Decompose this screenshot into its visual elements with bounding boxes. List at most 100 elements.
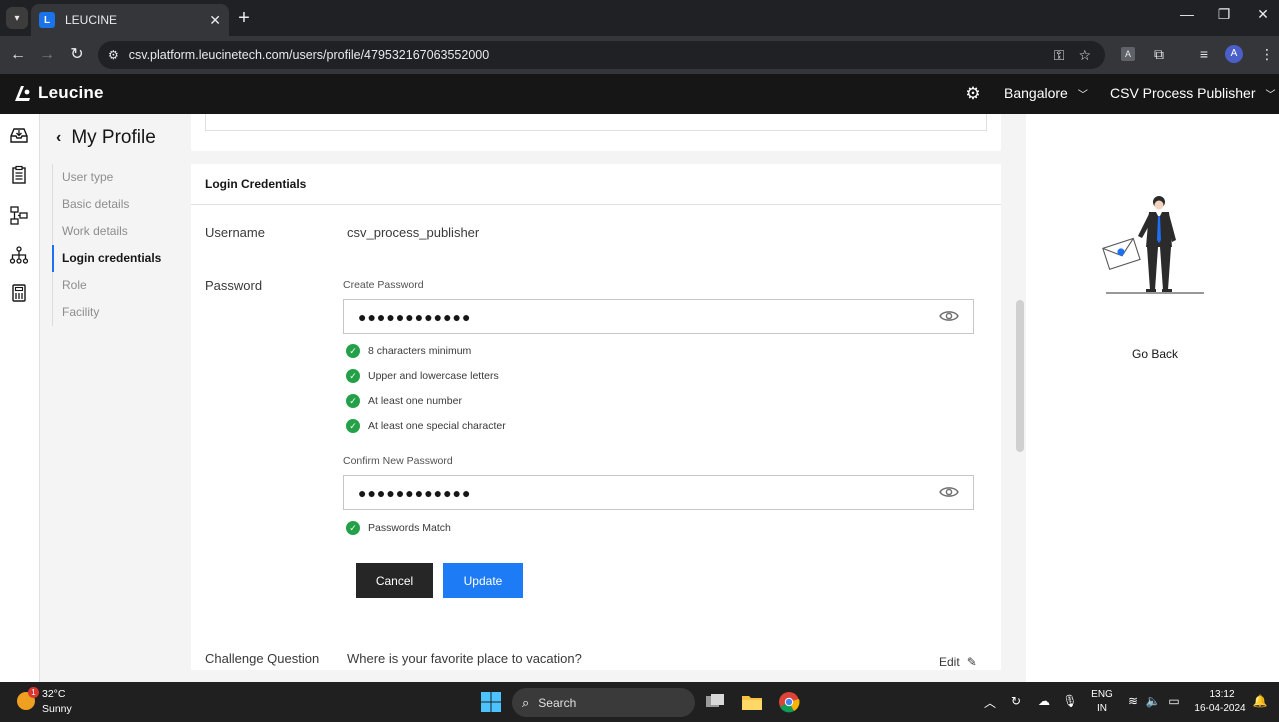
previous-section-field: [205, 114, 987, 131]
leucine-favicon-icon: L: [39, 12, 55, 28]
chevron-left-icon[interactable]: ‹: [56, 129, 61, 147]
previous-section-card: [191, 114, 1001, 151]
eye-icon[interactable]: [939, 485, 959, 499]
browser-tab[interactable]: L LEUCINE ✕: [31, 4, 229, 36]
create-password-masked-value: ●●●●●●●●●●●●: [358, 309, 472, 325]
confirm-password-input[interactable]: ●●●●●●●●●●●●: [343, 475, 974, 510]
update-button[interactable]: Update: [443, 563, 523, 598]
bookmark-star-icon[interactable]: ☆: [1078, 47, 1091, 64]
requirement-text: 8 characters minimum: [368, 345, 472, 357]
edit-challenge-button[interactable]: Edit ✎: [939, 655, 977, 669]
reports-icon[interactable]: [9, 283, 29, 303]
extensions-puzzle-icon[interactable]: ⧉: [1150, 46, 1168, 63]
chevron-down-icon: ﹀: [1077, 89, 1088, 101]
cloud-icon[interactable]: ☁: [1036, 694, 1052, 708]
challenge-question-label: Challenge Question: [205, 651, 320, 666]
chevron-down-icon: ﹀: [1265, 89, 1276, 101]
page-title: My Profile: [71, 127, 156, 148]
username-value: csv_process_publisher: [347, 225, 480, 240]
search-icon: ⌕: [522, 694, 530, 710]
challenge-question-value: Where is your favorite place to vacation…: [347, 651, 582, 666]
chevron-up-icon[interactable]: ︿: [982, 694, 998, 711]
checklist-icon[interactable]: [9, 165, 29, 185]
left-icon-rail: [0, 114, 40, 682]
weather-temperature[interactable]: 32°C: [42, 688, 65, 700]
role-selector[interactable]: CSV Process Publisher ﹀: [1110, 85, 1276, 101]
create-password-label: Create Password: [343, 279, 424, 291]
requirement-item: ✓ 8 characters minimum: [346, 344, 471, 358]
login-credentials-card: Login Credentials Username csv_process_p…: [191, 164, 1001, 670]
brand-name: Leucine: [38, 83, 104, 102]
sync-icon[interactable]: ↻: [1008, 694, 1024, 708]
clock-date[interactable]: 16-04-2024: [1188, 703, 1252, 714]
nav-user-type[interactable]: User type: [53, 164, 182, 191]
tab-title: LEUCINE: [65, 13, 118, 27]
task-view-icon[interactable]: [704, 691, 726, 713]
browser-profile-avatar[interactable]: A: [1225, 45, 1243, 63]
volume-icon[interactable]: 🔈: [1145, 694, 1161, 708]
wifi-icon[interactable]: ≋: [1125, 694, 1141, 708]
taskbar-search[interactable]: ⌕ Search: [512, 688, 695, 717]
close-window-button[interactable]: ✕: [1248, 6, 1278, 23]
reload-icon[interactable]: ↻: [67, 45, 87, 65]
passwords-match-status: ✓ Passwords Match: [346, 521, 451, 535]
check-circle-icon: ✓: [346, 344, 360, 358]
tab-search-button[interactable]: ▾: [6, 7, 28, 29]
person-illustration: [1102, 196, 1204, 294]
process-flow-icon[interactable]: [9, 205, 29, 225]
page-header: ‹ My Profile: [56, 127, 156, 149]
requirement-item: ✓ At least one number: [346, 394, 462, 408]
new-tab-button[interactable]: +: [234, 6, 254, 30]
weather-notification-badge: 1: [28, 687, 39, 698]
cancel-button[interactable]: Cancel: [356, 563, 433, 598]
confirm-password-masked-value: ●●●●●●●●●●●●: [358, 485, 472, 501]
nav-login-credentials[interactable]: Login credentials: [52, 245, 182, 272]
address-bar[interactable]: ⚙ csv.platform.leucinetech.com/users/pro…: [98, 41, 1105, 69]
app-header: Leucine ⚙ Bangalore ﹀ CSV Process Publis…: [0, 74, 1279, 114]
media-queue-icon[interactable]: ≡: [1195, 46, 1213, 62]
back-arrow-icon[interactable]: ←: [8, 45, 28, 65]
confirm-password-label: Confirm New Password: [343, 455, 453, 467]
translate-extension-icon[interactable]: A: [1121, 47, 1135, 61]
notification-bell-icon[interactable]: 🔔: [1252, 694, 1268, 708]
requirement-item: ✓ At least one special character: [346, 419, 506, 433]
check-circle-icon: ✓: [346, 419, 360, 433]
settings-gear-icon[interactable]: ⚙: [963, 84, 983, 104]
windows-start-icon[interactable]: [480, 691, 502, 713]
browser-menu-icon[interactable]: ⋮: [1258, 46, 1276, 63]
check-circle-icon: ✓: [346, 521, 360, 535]
forward-arrow-icon[interactable]: →: [37, 45, 57, 65]
site-info-icon[interactable]: ⚙: [108, 48, 119, 62]
role-name: CSV Process Publisher: [1110, 85, 1256, 101]
language-region[interactable]: IN: [1090, 703, 1114, 714]
nav-work-details[interactable]: Work details: [53, 218, 182, 245]
file-explorer-icon[interactable]: [741, 691, 763, 713]
go-back-link[interactable]: Go Back: [1132, 347, 1178, 361]
microphone-icon[interactable]: 🎙: [1062, 694, 1078, 708]
chrome-icon[interactable]: [778, 691, 800, 713]
language-code[interactable]: ENG: [1090, 689, 1114, 700]
facility-selector[interactable]: Bangalore ﹀: [1004, 85, 1088, 101]
requirement-text: At least one special character: [368, 420, 506, 432]
requirement-text: At least one number: [368, 395, 462, 407]
nav-role[interactable]: Role: [53, 272, 182, 299]
maximize-window-button[interactable]: ❐: [1209, 6, 1239, 23]
create-password-input[interactable]: ●●●●●●●●●●●●: [343, 299, 974, 334]
inbox-icon[interactable]: [9, 125, 29, 145]
battery-icon[interactable]: ▭: [1166, 694, 1182, 708]
section-title: Login Credentials: [191, 164, 1001, 205]
passwords-match-text: Passwords Match: [368, 522, 451, 534]
nav-facility[interactable]: Facility: [53, 299, 182, 326]
password-key-icon[interactable]: ⚿: [1054, 47, 1065, 64]
minimize-window-button[interactable]: —: [1172, 6, 1202, 22]
eye-icon[interactable]: [939, 309, 959, 323]
clock-time[interactable]: 13:12: [1192, 689, 1252, 700]
leucine-logo[interactable]: Leucine: [12, 83, 104, 103]
weather-condition[interactable]: Sunny: [42, 703, 72, 715]
hierarchy-icon[interactable]: [9, 245, 29, 265]
close-tab-icon[interactable]: ✕: [209, 12, 221, 29]
pencil-icon: ✎: [966, 655, 977, 669]
username-label: Username: [205, 225, 265, 240]
nav-basic-details[interactable]: Basic details: [53, 191, 182, 218]
content-scrollbar[interactable]: [1016, 300, 1024, 452]
